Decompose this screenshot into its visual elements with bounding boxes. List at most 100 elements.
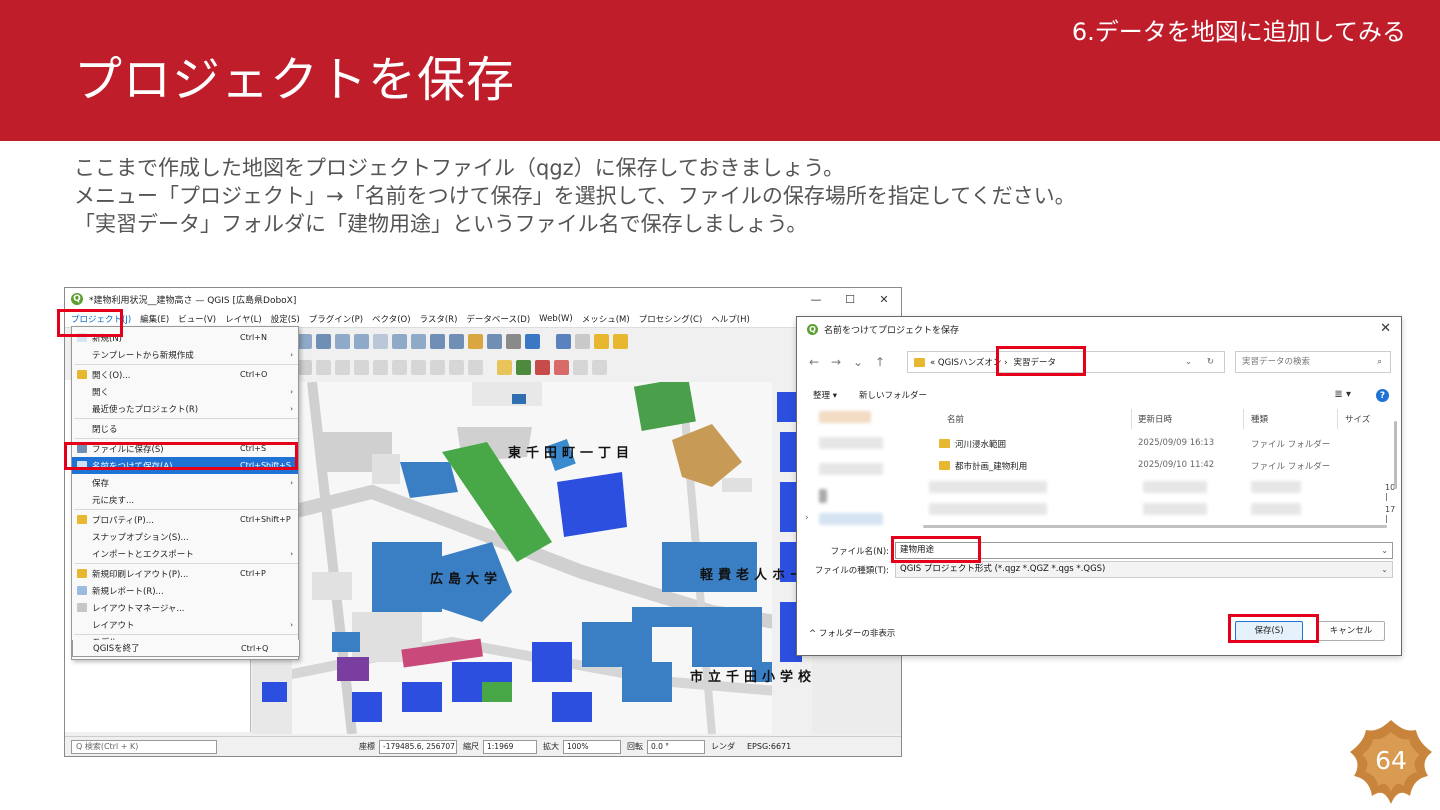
menu-item-recent-projects[interactable]: 最近使ったプロジェクト(R) ›	[72, 400, 298, 417]
menu-item-new-report[interactable]: 新規レポート(R)...	[72, 582, 298, 599]
new-map-view-icon[interactable]	[430, 333, 445, 349]
label-icon[interactable]	[497, 359, 512, 375]
organize-button[interactable]: 整理 ▾	[813, 389, 837, 401]
dialog-close-button[interactable]: ✕	[1380, 321, 1391, 336]
magnifier-field[interactable]: 100%	[563, 739, 621, 754]
zoom-full-icon[interactable]	[316, 333, 331, 349]
delete-icon[interactable]	[373, 359, 388, 375]
highlight-save-as	[64, 442, 298, 470]
deselect-icon[interactable]	[594, 333, 609, 349]
copy-icon[interactable]	[411, 359, 426, 375]
menu-processing[interactable]: プロセシング(C)	[639, 313, 703, 325]
zoom-layer-icon[interactable]	[335, 333, 350, 349]
back-arrow-icon[interactable]: ←	[803, 355, 825, 369]
menu-item-open-from[interactable]: 開く ›	[72, 383, 298, 400]
menu-layer[interactable]: レイヤ(L)	[225, 313, 262, 325]
maximize-button[interactable]: ☐	[833, 288, 867, 310]
menu-item-revert[interactable]: 元に戻す...	[72, 491, 298, 508]
magnifier-label: 拡大	[543, 742, 559, 751]
highlight-label-icon[interactable]	[554, 359, 569, 375]
save-edits-icon[interactable]	[297, 359, 312, 375]
column-modified[interactable]: 更新日時	[1138, 413, 1172, 425]
menu-item-open[interactable]: 開く(O)... Ctrl+O	[72, 366, 298, 383]
chevron-down-icon[interactable]: ⌄	[1381, 562, 1388, 577]
show-bookmarks-icon[interactable]	[487, 333, 502, 349]
hide-folders-button[interactable]: ^ フォルダーの非表示	[809, 627, 895, 639]
chevron-down-icon[interactable]: ⌄	[1381, 543, 1388, 558]
qgis-statusbar: Q 検索(Ctrl + K) 座標 -179485.6, 256707 縮尺 1…	[65, 736, 901, 756]
menu-item-import-export[interactable]: インポートとエクスポート ›	[72, 545, 298, 562]
menu-mesh[interactable]: メッシュ(M)	[582, 313, 630, 325]
menu-help[interactable]: ヘルプ(H)	[711, 313, 750, 325]
menu-item-close[interactable]: 閉じる	[72, 420, 298, 437]
menu-item-exit[interactable]: QGISを終了 Ctrl+Q	[72, 640, 300, 657]
menu-item-new-print-layout[interactable]: 新規印刷レイアウト(P)... Ctrl+P	[72, 565, 298, 582]
menu-plugins[interactable]: プラグイン(P)	[309, 313, 363, 325]
menu-raster[interactable]: ラスタ(R)	[420, 313, 458, 325]
column-type[interactable]: 種類	[1251, 413, 1268, 425]
forward-arrow-icon[interactable]: →	[825, 355, 847, 369]
redo-icon[interactable]	[468, 359, 483, 375]
coordinate-field[interactable]: -179485.6, 256707	[379, 739, 457, 754]
refresh-icon[interactable]: ↻	[1207, 357, 1214, 367]
menu-item-new-from-template[interactable]: テンプレートから新規作成 ›	[72, 346, 298, 363]
menu-vector[interactable]: ベクタ(O)	[372, 313, 410, 325]
menu-item-label: スナップオプション(S)...	[92, 532, 189, 543]
new-folder-button[interactable]: 新しいフォルダー	[859, 389, 927, 401]
recent-dropdown-icon[interactable]: ⌄	[847, 355, 869, 369]
menu-item-properties[interactable]: プロパティ(P)... Ctrl+Shift+P	[72, 511, 298, 528]
pin-label-icon[interactable]	[535, 359, 550, 375]
paste-icon[interactable]	[430, 359, 445, 375]
move-label-icon[interactable]	[573, 359, 588, 375]
column-size[interactable]: サイズ	[1345, 413, 1370, 425]
scale-field[interactable]: 1:1969	[483, 739, 537, 754]
vertex-tool-icon[interactable]	[335, 359, 350, 375]
rotation-field[interactable]: 0.0 °	[647, 739, 705, 754]
menu-edit[interactable]: 編集(E)	[140, 313, 169, 325]
menu-web[interactable]: Web(W)	[539, 314, 573, 324]
crs-button[interactable]: EPSG:6671	[747, 742, 791, 751]
menu-database[interactable]: データベース(D)	[466, 313, 530, 325]
render-checkbox[interactable]: レンダ	[711, 741, 735, 752]
locator-search-input[interactable]: Q 検索(Ctrl + K)	[71, 739, 217, 754]
select-icon[interactable]	[556, 333, 571, 349]
refresh-icon[interactable]	[525, 333, 540, 349]
menu-item-layout-manager[interactable]: レイアウトマネージャ...	[72, 599, 298, 616]
folder-search-input[interactable]: 実習データの検索 ⌕	[1235, 351, 1391, 373]
node-tool-icon[interactable]	[354, 359, 369, 375]
digitize-icon[interactable]	[316, 359, 331, 375]
filetype-select[interactable]: QGIS プロジェクト形式 (*.qgz *.QGZ *.qgs *.QGS) …	[895, 561, 1393, 578]
zoom-out-icon[interactable]	[297, 333, 312, 349]
new-3d-view-icon[interactable]	[449, 333, 464, 349]
file-size: 17 |	[1385, 505, 1396, 523]
up-arrow-icon[interactable]: ↑	[869, 355, 891, 369]
attribute-table-icon[interactable]	[575, 333, 590, 349]
file-row[interactable]: 河川浸水範囲 2025/09/09 16:13 ファイル フォルダー	[923, 435, 1399, 453]
close-button[interactable]: ✕	[867, 288, 901, 310]
zoom-selection-icon[interactable]	[354, 333, 369, 349]
horizontal-scrollbar[interactable]	[923, 525, 1387, 528]
menu-item-snapping-options[interactable]: スナップオプション(S)...	[72, 528, 298, 545]
cancel-button[interactable]: キャンセル	[1317, 621, 1385, 641]
menu-item-save-to[interactable]: 保存 ›	[72, 474, 298, 491]
bookmark-icon[interactable]	[468, 333, 483, 349]
view-options-icon[interactable]: ≣ ▾	[1334, 389, 1351, 400]
menu-item-layouts[interactable]: レイアウト ›	[72, 616, 298, 633]
temporal-icon[interactable]	[506, 333, 521, 349]
column-name[interactable]: 名前	[947, 413, 964, 425]
select-by-value-icon[interactable]	[613, 333, 628, 349]
rotate-label-icon[interactable]	[592, 359, 607, 375]
help-icon[interactable]: ?	[1376, 389, 1389, 402]
zoom-native-icon[interactable]	[373, 333, 388, 349]
vertical-scrollbar[interactable]	[1394, 421, 1397, 489]
menu-view[interactable]: ビュー(V)	[178, 313, 216, 325]
undo-icon[interactable]	[449, 359, 464, 375]
file-row[interactable]: 都市計画_建物利用 2025/09/10 11:42 ファイル フォルダー	[923, 457, 1399, 475]
cut-icon[interactable]	[392, 359, 407, 375]
minimize-button[interactable]: —	[799, 288, 833, 310]
zoom-last-icon[interactable]	[392, 333, 407, 349]
menu-settings[interactable]: 設定(S)	[271, 313, 300, 325]
address-dropdown-icon[interactable]: ⌄	[1185, 357, 1192, 367]
zoom-next-icon[interactable]	[411, 333, 426, 349]
diagram-icon[interactable]	[516, 359, 531, 375]
